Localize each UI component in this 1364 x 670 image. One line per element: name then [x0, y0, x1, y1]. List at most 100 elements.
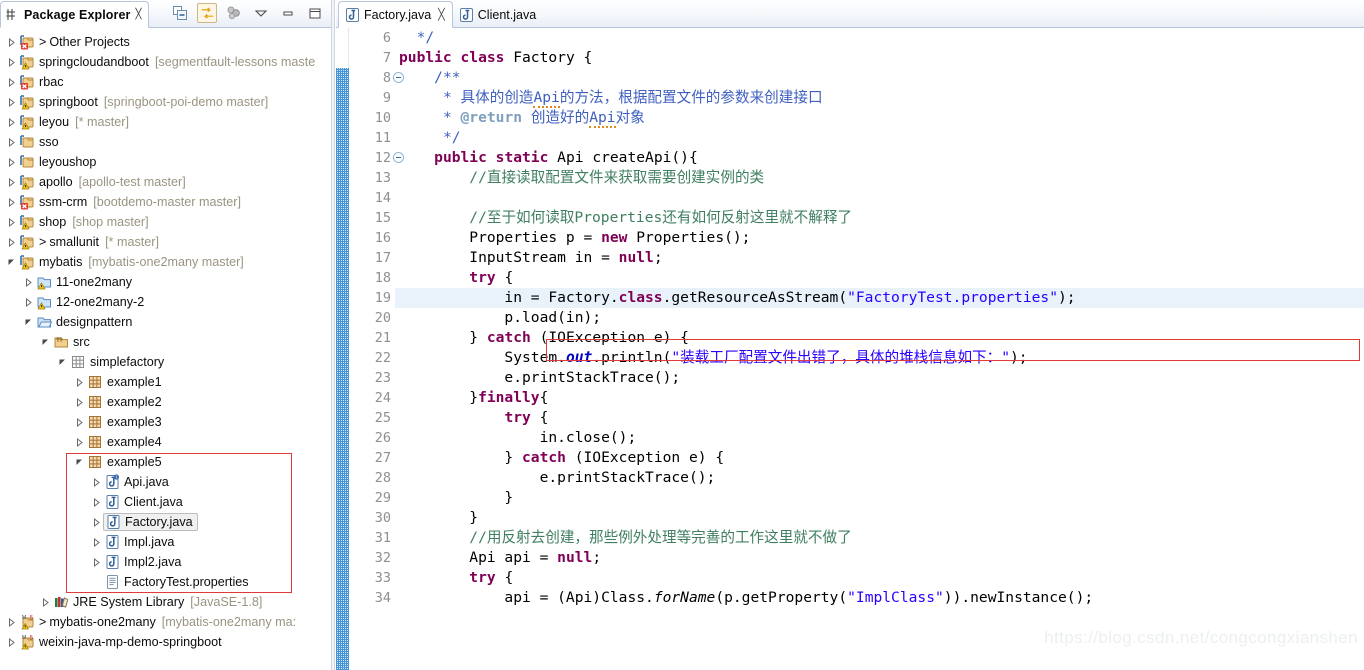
chevron-right-icon[interactable] — [4, 157, 19, 167]
code-line[interactable]: //用反射去创建，那些例外处理等完善的工作这里就不做了 — [395, 528, 1364, 548]
tree-node-content[interactable]: Impl2.java — [104, 554, 181, 570]
tree-item-springboot[interactable]: springboot [springboot-poi-demo master] — [0, 92, 331, 112]
code-line[interactable]: Properties p = new Properties(); — [395, 228, 1364, 248]
annotation-ruler[interactable] — [336, 28, 349, 670]
tree-node-content[interactable]: src — [53, 334, 90, 350]
tree-item-api-java[interactable]: I Api.java — [0, 472, 331, 492]
code-line[interactable]: in.close(); — [395, 428, 1364, 448]
code-viewport[interactable]: 6 7 8 9 10 11 12 13 14 15 16 17 18 19 20 21 22 23 24 25 26 27… — [336, 28, 1364, 670]
tree-item-jre-system-library[interactable]: JRE System Library [JavaSE-1.8] — [0, 592, 331, 612]
tree-item-simplefactory[interactable]: simplefactory — [0, 352, 331, 372]
chevron-down-icon[interactable] — [4, 258, 19, 267]
tree-node-content[interactable]: mybatis [mybatis-one2many master] — [19, 254, 244, 270]
tree-item-weixin-java-mp-demo-springboot[interactable]: M 5 weixin-java-mp-demo-springboot — [0, 632, 331, 652]
maximize-icon[interactable] — [305, 3, 325, 23]
chevron-right-icon[interactable] — [4, 37, 19, 47]
code-line[interactable]: try { — [395, 268, 1364, 288]
code-line[interactable]: Api api = null; — [395, 548, 1364, 568]
sash-splitter[interactable] — [331, 0, 335, 670]
tree-item-factorytest-properties[interactable]: FactoryTest.properties — [0, 572, 331, 592]
chevron-right-icon[interactable] — [21, 297, 36, 307]
tree-item-other-projects[interactable]: > Other Projects — [0, 32, 331, 52]
chevron-down-icon[interactable] — [21, 318, 36, 327]
tree-node-content[interactable]: shop [shop master] — [19, 214, 149, 230]
tab-factory-java[interactable]: Factory.java ╳ — [338, 1, 453, 28]
tree-node-content[interactable]: > Other Projects — [19, 34, 130, 50]
tree-node-content[interactable]: FactoryTest.properties — [104, 574, 249, 590]
tree-item-example2[interactable]: example2 — [0, 392, 331, 412]
tree-item-ssm-crm[interactable]: ssm-crm [bootdemo-master master] — [0, 192, 331, 212]
chevron-right-icon[interactable] — [89, 557, 104, 567]
code-line[interactable]: api = (Api)Class.forName(p.getProperty("… — [395, 588, 1364, 608]
link-with-editor-icon[interactable] — [197, 3, 217, 23]
tab-client-java[interactable]: Client.java — [453, 1, 543, 28]
chevron-right-icon[interactable] — [72, 437, 87, 447]
chevron-right-icon[interactable] — [4, 637, 19, 647]
code-line[interactable]: public static Api createApi(){ — [395, 148, 1364, 168]
chevron-right-icon[interactable] — [89, 537, 104, 547]
tree-item-example4[interactable]: example4 — [0, 432, 331, 452]
code-line[interactable]: try { — [395, 408, 1364, 428]
chevron-right-icon[interactable] — [4, 177, 19, 187]
code-line[interactable]: p.load(in); — [395, 308, 1364, 328]
tree-node-content[interactable]: 11-one2many — [36, 274, 132, 290]
code-line[interactable]: InputStream in = null; — [395, 248, 1364, 268]
code-line[interactable]: System.out.println("装载工厂配置文件出错了，具体的堆栈信息如… — [395, 348, 1364, 368]
tree-node-content[interactable]: example5 — [87, 454, 162, 470]
tree-node-content[interactable]: example3 — [87, 414, 162, 430]
chevron-down-icon[interactable] — [38, 338, 53, 347]
chevron-right-icon[interactable] — [4, 617, 19, 627]
tree-item-apollo[interactable]: apollo [apollo-test master] — [0, 172, 331, 192]
code-line[interactable]: } — [395, 488, 1364, 508]
selected-tree-node[interactable]: Factory.java — [103, 513, 198, 531]
code-line[interactable]: e.printStackTrace(); — [395, 468, 1364, 488]
chevron-right-icon[interactable] — [72, 377, 87, 387]
chevron-right-icon[interactable] — [4, 237, 19, 247]
chevron-right-icon[interactable] — [89, 477, 104, 487]
code-line[interactable]: */ — [395, 28, 1364, 48]
chevron-right-icon[interactable] — [89, 497, 104, 507]
code-line[interactable]: */ — [395, 128, 1364, 148]
tree-item-11-one2many[interactable]: 11-one2many — [0, 272, 331, 292]
minimize-icon[interactable] — [278, 3, 298, 23]
tree-node-content[interactable]: M 5 > mybatis-one2many [mybatis-one2many ma: — [19, 614, 296, 630]
tree-item-mybatis-one2many[interactable]: M 5 > mybatis-one2many [mybatis-one2many ma: — [0, 612, 331, 632]
tree-item-example5[interactable]: example5 — [0, 452, 331, 472]
tree-node-content[interactable]: springcloudandboot [segmentfault-lessons … — [19, 54, 315, 70]
tree-node-content[interactable]: sso — [19, 134, 59, 150]
tree-node-content[interactable]: designpattern — [36, 314, 132, 330]
tree-item-src[interactable]: src — [0, 332, 331, 352]
project-tree[interactable]: > Other Projects springcloudandboot [segmen… — [0, 28, 331, 670]
tree-node-content[interactable]: apollo [apollo-test master] — [19, 174, 186, 190]
tree-node-content[interactable]: simplefactory — [70, 354, 164, 370]
tree-node-content[interactable]: M 5 weixin-java-mp-demo-springboot — [19, 634, 222, 650]
tree-node-content[interactable]: rbac — [19, 74, 64, 90]
tree-item-rbac[interactable]: rbac — [0, 72, 331, 92]
collapse-all-icon[interactable] — [170, 3, 190, 23]
code-line[interactable]: * @return 创造好的Api对象 — [395, 108, 1364, 128]
chevron-right-icon[interactable] — [4, 97, 19, 107]
tree-item-client-java[interactable]: Client.java — [0, 492, 331, 512]
tree-item-factory-java[interactable]: Factory.java — [0, 512, 331, 532]
chevron-right-icon[interactable] — [4, 197, 19, 207]
tree-item-sso[interactable]: sso — [0, 132, 331, 152]
code-line[interactable] — [395, 188, 1364, 208]
code-line[interactable]: } — [395, 508, 1364, 528]
chevron-down-icon[interactable] — [55, 358, 70, 367]
code-line[interactable]: try { — [395, 568, 1364, 588]
code-line[interactable]: //直接读取配置文件来获取需要创建实例的类 — [395, 168, 1364, 188]
tree-node-content[interactable]: example4 — [87, 434, 162, 450]
tree-item-12-one2many-2[interactable]: 12-one2many-2 — [0, 292, 331, 312]
code-line[interactable]: } catch (IOException e) { — [395, 448, 1364, 468]
chevron-right-icon[interactable] — [89, 517, 104, 527]
source-code[interactable]: */public class Factory { /** * 具体的创造Api的… — [395, 28, 1364, 670]
code-line[interactable]: }finally{ — [395, 388, 1364, 408]
code-line[interactable]: //至于如何读取Properties还有如何反射这里就不解释了 — [395, 208, 1364, 228]
tree-item-shop[interactable]: shop [shop master] — [0, 212, 331, 232]
tree-item-springcloudandboot[interactable]: springcloudandboot [segmentfault-lessons … — [0, 52, 331, 72]
code-line[interactable]: in = Factory.class.getResourceAsStream("… — [395, 288, 1364, 308]
chevron-right-icon[interactable] — [72, 417, 87, 427]
code-line[interactable]: public class Factory { — [395, 48, 1364, 68]
tree-node-content[interactable]: Impl.java — [104, 534, 174, 550]
tree-node-content[interactable]: > smallunit [* master] — [19, 234, 159, 250]
